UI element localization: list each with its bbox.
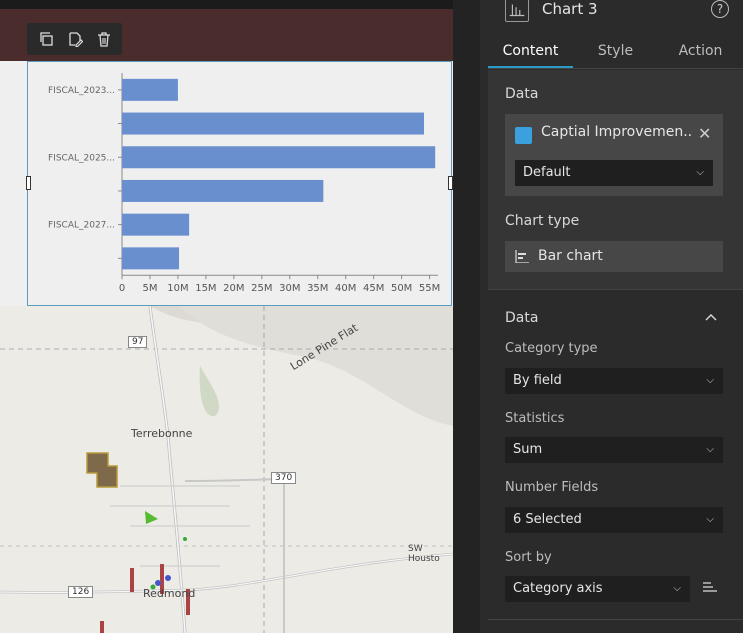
panel-title: Chart 3 [542, 0, 598, 18]
duplicate-button[interactable] [35, 28, 57, 50]
tab-content[interactable]: Content [488, 36, 573, 68]
map-label-sw-houston: SW Housto [408, 544, 440, 564]
map-label-terrebonne: Terrebonne [131, 427, 193, 440]
x-tick-label: 55M [419, 283, 440, 294]
chart-bar[interactable] [122, 179, 324, 202]
remove-datasource-button[interactable]: ✕ [698, 124, 711, 143]
scroll-rail[interactable] [480, 0, 488, 633]
chevron-down-icon: ⌵ [706, 514, 714, 525]
delete-button[interactable] [93, 28, 115, 50]
chart-widget-icon [505, 0, 529, 22]
datasource-name[interactable]: Captial Improvemen... [541, 124, 691, 140]
copy-icon [39, 32, 53, 46]
map-basemap [0, 306, 453, 633]
category-type-select[interactable]: By field ⌵ [505, 368, 723, 394]
sort-by-value: Category axis [513, 581, 603, 596]
datasource-card: Captial Improvemen... ✕ Default ⌵ [505, 114, 723, 196]
x-tick-label: 10M [167, 283, 188, 294]
panel-header: Chart 3 ? [488, 0, 743, 26]
x-tick-label: 5M [142, 283, 157, 294]
datasource-icon [515, 127, 532, 144]
x-tick-label: 0 [119, 283, 125, 294]
tab-style[interactable]: Style [573, 36, 658, 68]
x-tick-label: 20M [223, 283, 244, 294]
bar-chart-icon [515, 250, 529, 263]
edit-button[interactable] [64, 28, 86, 50]
data-heading: Data [505, 86, 539, 102]
y-tick-label: FISCAL_2027... [48, 221, 115, 231]
sort-by-select[interactable]: Category axis ⌵ [505, 576, 690, 602]
map-widget[interactable]: Terrebonne Redmond Lone Pine Flat SW Hou… [0, 306, 453, 633]
statistics-value: Sum [513, 442, 543, 457]
x-tick-label: 45M [363, 283, 384, 294]
chart-type-heading: Chart type [505, 213, 580, 229]
x-tick-label: 30M [279, 283, 300, 294]
number-fields-select[interactable]: 6 Selected ⌵ [505, 507, 723, 533]
view-select[interactable]: Default ⌵ [515, 160, 713, 186]
panel-tabs: Content Style Action [488, 36, 743, 69]
chart-type-button[interactable]: Bar chart [505, 241, 723, 272]
chart-bar[interactable] [122, 247, 180, 270]
data-section-title: Data [505, 310, 539, 326]
category-type-value: By field [513, 373, 562, 388]
edit-icon [68, 32, 83, 47]
trash-icon [97, 32, 110, 47]
settings-panel: Chart 3 ? Content Style Action Data Capt… [488, 0, 743, 633]
category-type-label: Category type [505, 341, 598, 356]
number-fields-label: Number Fields [505, 480, 599, 495]
x-tick-label: 25M [251, 283, 272, 294]
builder-canvas: FISCAL_2023... FISCAL_2025... FISCAL_2027.… [0, 0, 453, 633]
shield-us97: 97 [128, 336, 148, 348]
y-tick-label: FISCAL_2023... [48, 86, 115, 96]
chart-type-value: Bar chart [538, 248, 603, 264]
chevron-up-icon[interactable] [705, 313, 717, 321]
number-fields-value: 6 Selected [513, 512, 582, 527]
chart-bar[interactable] [122, 146, 436, 169]
chart-bar[interactable] [122, 112, 425, 135]
chart-bar[interactable] [122, 213, 190, 236]
shield-370: 370 [271, 472, 297, 484]
x-tick-label: 40M [335, 283, 356, 294]
view-select-value: Default [523, 165, 571, 180]
bar-chart: FISCAL_2023... FISCAL_2025... FISCAL_2027.… [48, 73, 440, 294]
chart-bar[interactable] [122, 78, 178, 101]
sort-by-label: Sort by [505, 550, 552, 565]
chevron-down-icon: ⌵ [673, 583, 681, 594]
x-tick-label: 35M [307, 283, 328, 294]
chevron-down-icon: ⌵ [706, 444, 714, 455]
statistics-label: Statistics [505, 411, 565, 426]
chevron-down-icon: ⌵ [706, 375, 714, 386]
map-label-redmond: Redmond [143, 587, 196, 600]
tab-action[interactable]: Action [658, 36, 743, 68]
sort-order-icon[interactable] [700, 577, 720, 597]
widget-toolbar [27, 23, 122, 55]
data-source-section: Data Captial Improvemen... ✕ Default ⌵ C… [488, 70, 743, 290]
chevron-down-icon: ⌵ [696, 167, 704, 178]
panel-gutter [453, 0, 488, 633]
y-tick-label: FISCAL_2025... [48, 153, 115, 163]
chart-widget[interactable]: FISCAL_2023... FISCAL_2025... FISCAL_2027.… [0, 61, 453, 306]
x-tick-label: 50M [391, 283, 412, 294]
statistics-select[interactable]: Sum ⌵ [505, 437, 723, 463]
x-tick-label: 15M [195, 283, 216, 294]
data-config-section: Data Category type By field ⌵ Statistics… [488, 291, 743, 620]
help-icon[interactable]: ? [711, 0, 729, 18]
shield-126: 126 [68, 586, 94, 598]
